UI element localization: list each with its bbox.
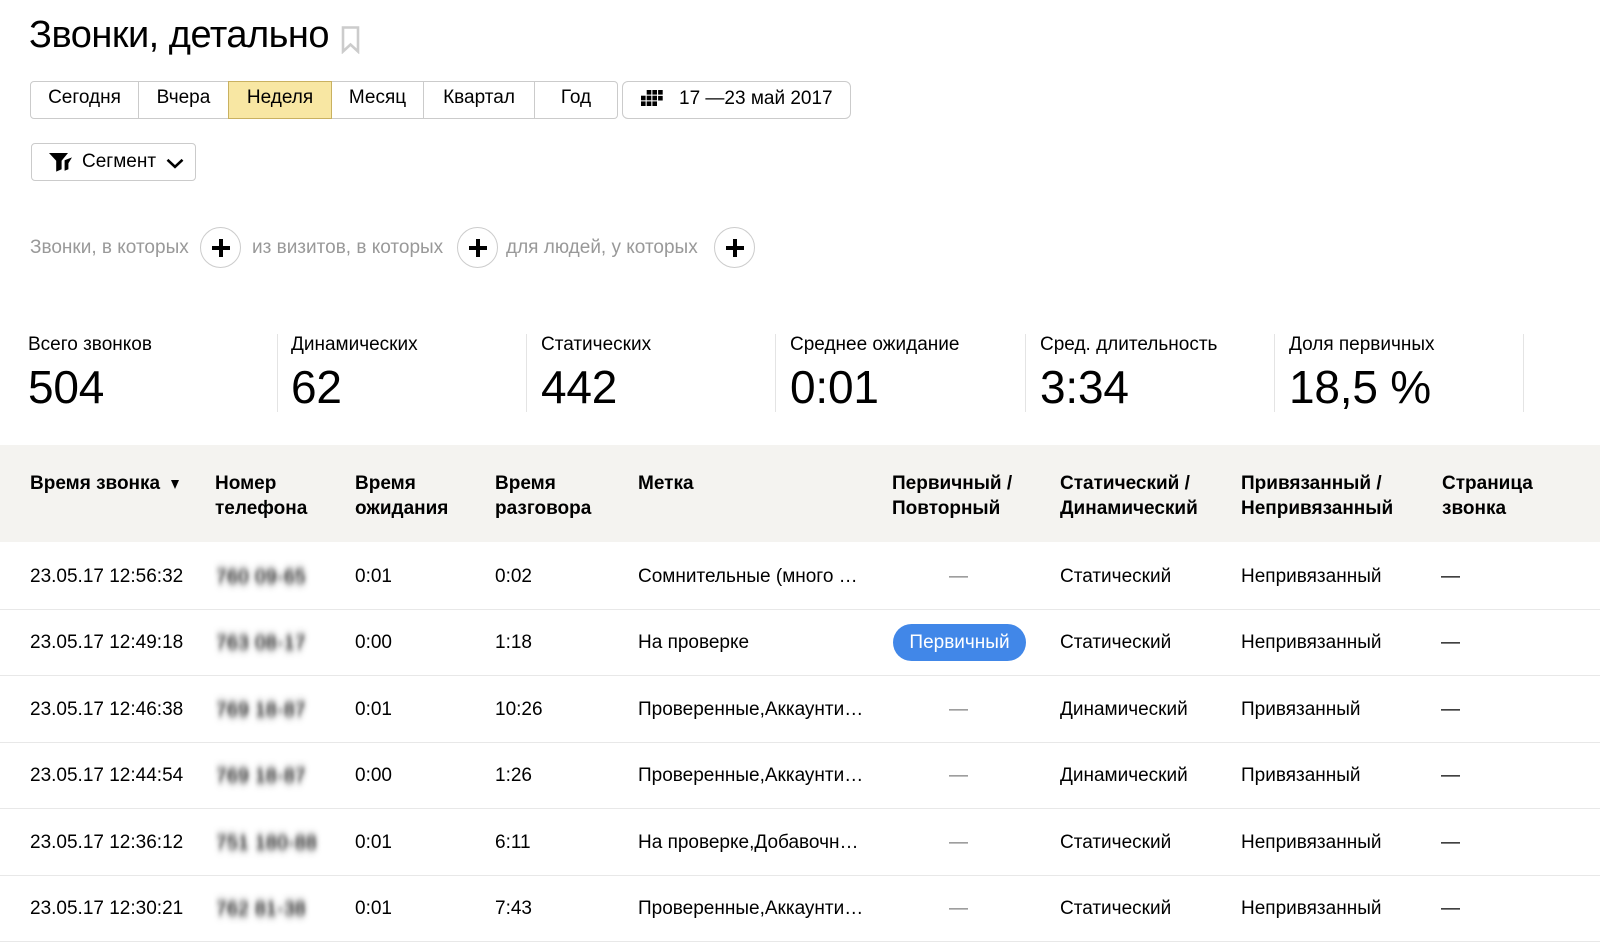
svg-text:762 81-38: 762 81-38 (216, 899, 306, 920)
svg-text:769 18-87: 769 18-87 (216, 700, 306, 721)
svg-text:751 180-88: 751 180-88 (216, 833, 317, 854)
svg-text:763 08-17: 763 08-17 (216, 633, 306, 654)
svg-text:760 09-65: 760 09-65 (216, 567, 306, 588)
svg-text:769 18-87: 769 18-87 (216, 766, 306, 787)
